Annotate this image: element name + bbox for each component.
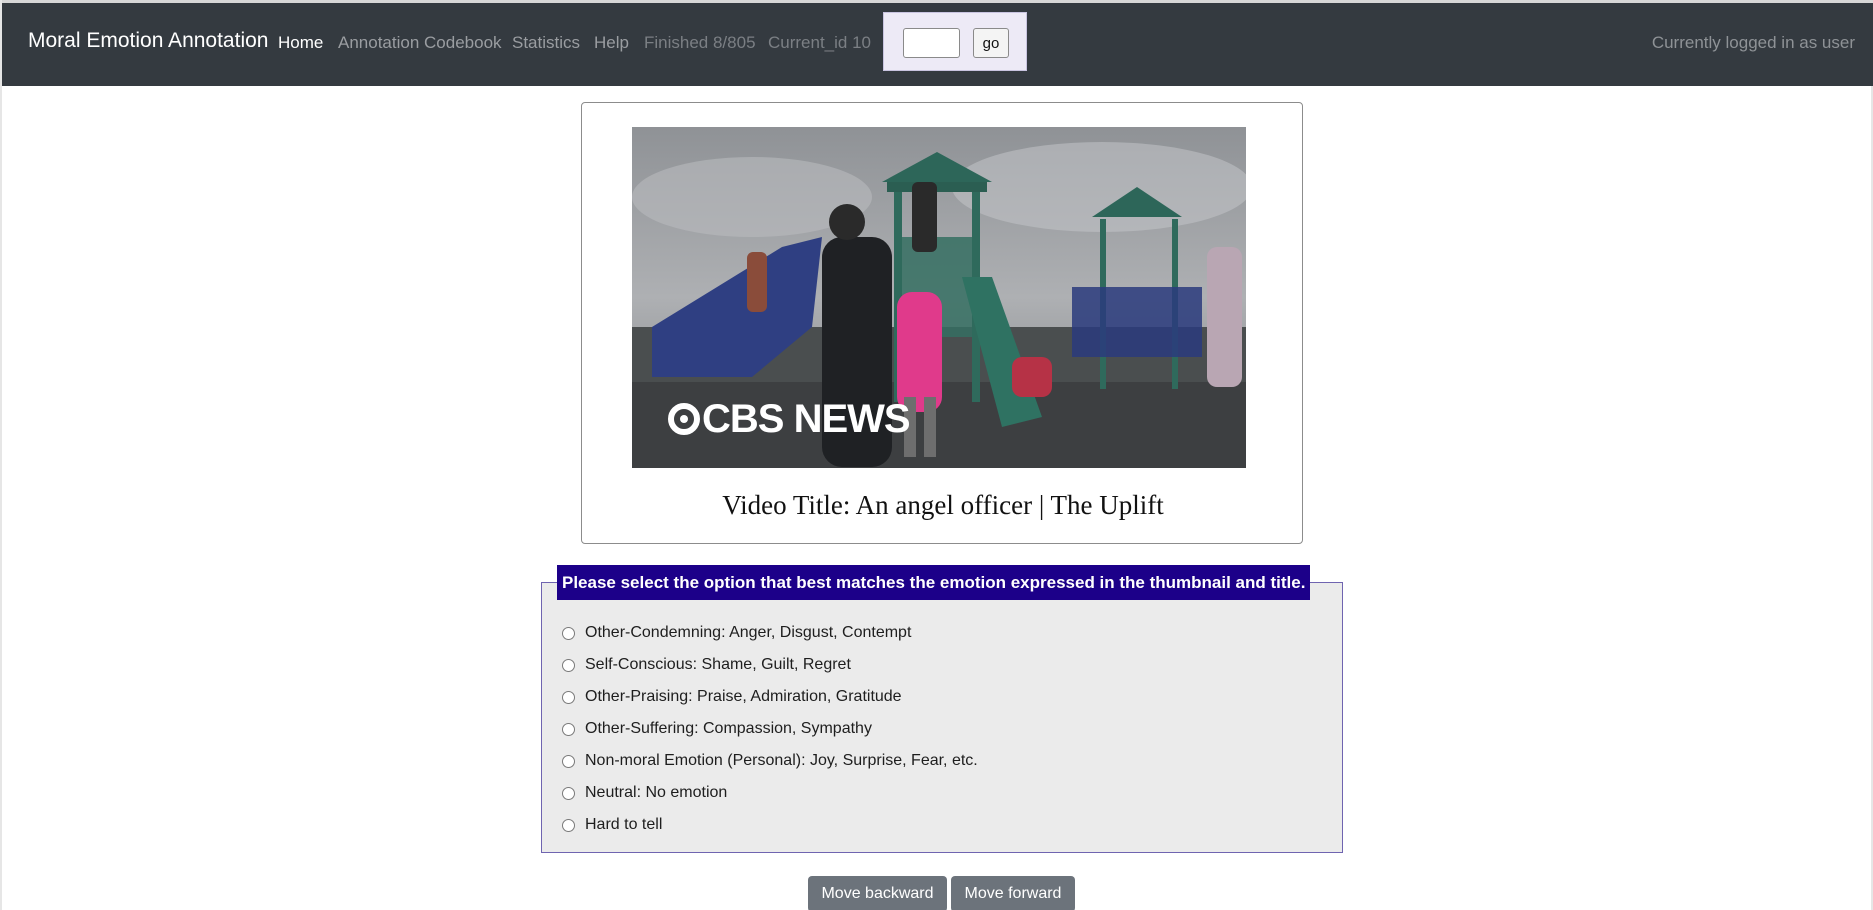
option-other-condemning[interactable]: Other-Condemning: Anger, Disgust, Contem… [562,621,911,645]
nav-statistics[interactable]: Statistics [512,33,580,53]
option-non-moral-emotion[interactable]: Non-moral Emotion (Personal): Joy, Surpr… [562,749,978,773]
nav-home[interactable]: Home [278,33,323,53]
option-other-praising[interactable]: Other-Praising: Praise, Admiration, Grat… [562,685,902,709]
option-label: Other-Praising: Praise, Admiration, Grat… [585,688,902,705]
progress-counter: Finished 8/805 [644,33,756,52]
video-title: Video Title: An angel officer | The Upli… [722,490,1164,520]
option-label: Other-Condemning: Anger, Disgust, Contem… [585,624,912,641]
option-label: Neutral: No emotion [585,784,728,801]
option-self-conscious[interactable]: Self-Conscious: Shame, Guilt, Regret [562,653,851,677]
question-prompt: Please select the option that best match… [557,565,1311,600]
current-id: Current_id 10 [768,33,872,52]
option-neutral[interactable]: Neutral: No emotion [562,781,727,805]
radio-button[interactable] [562,786,575,800]
option-label: Hard to tell [585,816,663,833]
nav-help[interactable]: Help [594,33,629,53]
option-label: Self-Conscious: Shame, Guilt, Regret [585,656,851,673]
emotion-question: Please select the option that best match… [541,565,1343,853]
cbs-news-watermark: CBS NEWS [668,395,911,442]
radio-button[interactable] [562,722,575,736]
option-other-suffering[interactable]: Other-Suffering: Compassion, Sympathy [562,717,872,741]
radio-button[interactable] [562,690,575,704]
cbs-eye-icon [668,403,700,436]
nav-annotation-codebook[interactable]: Annotation Codebook [338,33,502,53]
option-label: Other-Suffering: Compassion, Sympathy [585,720,872,737]
radio-button[interactable] [562,754,575,768]
move-backward-button[interactable]: Move backward [808,876,947,910]
goto-form: go [883,12,1027,71]
radio-button[interactable] [562,626,575,640]
navbar: Moral Emotion Annotation Home Annotation… [2,0,1873,86]
go-button[interactable]: go [973,28,1009,58]
video-thumbnail: CBS NEWS [632,127,1246,468]
user-status: Currently logged in as user [1651,33,1855,52]
option-hard-to-tell[interactable]: Hard to tell [562,813,662,837]
radio-button[interactable] [562,818,575,832]
move-forward-button[interactable]: Move forward [951,876,1075,910]
goto-id-input[interactable] [903,28,960,58]
option-label: Non-moral Emotion (Personal): Joy, Surpr… [585,752,978,769]
page: Moral Emotion Annotation Home Annotation… [0,0,1873,910]
brand[interactable]: Moral Emotion Annotation [28,29,268,53]
video-card: CBS NEWS Video Title: An angel officer |… [581,102,1303,544]
radio-button[interactable] [562,658,575,672]
